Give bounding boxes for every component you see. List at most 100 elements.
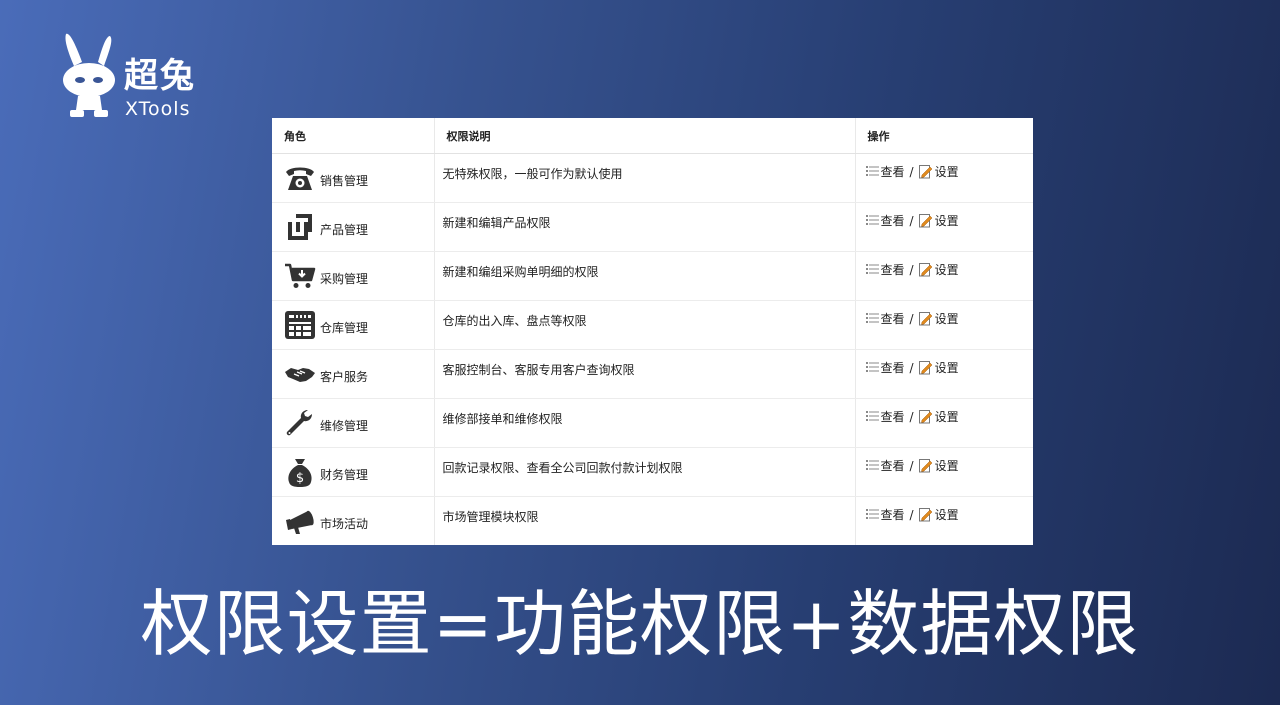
settings-label: 设置 [934, 410, 959, 424]
edit-icon [918, 263, 932, 277]
permission-table: 角色 权限说明 操作 销售管理 无特殊权限，一般可作为默认使用 查看 / 设置 … [272, 118, 1033, 545]
list-icon [865, 362, 879, 372]
view-link[interactable]: 查看 [865, 408, 905, 425]
role-cell: 采购管理 [272, 252, 434, 300]
view-label: 查看 [880, 410, 905, 424]
role-name: 采购管理 [320, 271, 369, 286]
settings-label: 设置 [934, 361, 959, 375]
settings-label: 设置 [934, 312, 959, 326]
role-description: 维修部接单和维修权限 [442, 412, 563, 426]
role-name: 客户服务 [320, 369, 369, 384]
action-cell: 查看 / 设置 [856, 252, 1034, 278]
svg-text:$: $ [296, 471, 304, 486]
settings-label: 设置 [934, 459, 959, 473]
action-cell: 查看 / 设置 [856, 350, 1034, 376]
role-name: 市场活动 [320, 516, 369, 531]
view-link[interactable]: 查看 [865, 163, 905, 180]
action-cell: 查看 / 设置 [856, 497, 1034, 523]
table-row: 采购管理 新建和编组采购单明细的权限 查看 / 设置 [272, 251, 1034, 301]
action-separator: / [909, 213, 914, 228]
role-name: 财务管理 [320, 467, 369, 482]
role-description: 仓库的出入库、盘点等权限 [442, 314, 587, 328]
role-description: 无特殊权限，一般可作为默认使用 [442, 167, 623, 181]
table-row: 仓库管理 仓库的出入库、盘点等权限 查看 / 设置 [272, 300, 1034, 350]
edit-icon [918, 361, 932, 375]
edit-icon [918, 410, 932, 424]
role-cell: 维修管理 [272, 399, 434, 447]
settings-link[interactable]: 设置 [918, 457, 959, 474]
action-separator: / [909, 409, 914, 424]
view-link[interactable]: 查看 [865, 212, 905, 229]
action-separator: / [909, 360, 914, 375]
role-description: 市场管理模块权限 [442, 510, 539, 524]
view-link[interactable]: 查看 [865, 359, 905, 376]
brand-name-en: XTools [125, 98, 191, 120]
settings-link[interactable]: 设置 [918, 310, 959, 327]
view-label: 查看 [880, 508, 905, 522]
view-link[interactable]: 查看 [865, 261, 905, 278]
view-label: 查看 [880, 214, 905, 228]
header-role: 角色 [272, 118, 435, 154]
permission-table-panel: 角色 权限说明 操作 销售管理 无特殊权限，一般可作为默认使用 查看 / 设置 … [272, 118, 1033, 545]
action-separator: / [909, 262, 914, 277]
view-link[interactable]: 查看 [865, 310, 905, 327]
settings-link[interactable]: 设置 [918, 506, 959, 523]
action-separator: / [909, 507, 914, 522]
action-separator: / [909, 311, 914, 326]
role-cell: 销售管理 [272, 154, 434, 202]
rabbit-mascot-icon [63, 33, 115, 117]
edit-icon [918, 165, 932, 179]
action-separator: / [909, 164, 914, 179]
role-description: 新建和编组采购单明细的权限 [442, 265, 599, 279]
action-cell: 查看 / 设置 [856, 301, 1034, 327]
settings-link[interactable]: 设置 [918, 163, 959, 180]
role-name: 仓库管理 [320, 320, 369, 335]
settings-link[interactable]: 设置 [918, 408, 959, 425]
brand-logo: 超兔 XTools [58, 30, 208, 125]
header-description: 权限说明 [434, 118, 856, 154]
settings-label: 设置 [934, 263, 959, 277]
role-cell: $ 财务管理 [272, 448, 434, 496]
view-label: 查看 [880, 312, 905, 326]
action-cell: 查看 / 设置 [856, 203, 1034, 229]
headline: 权限设置=功能权限+数据权限 [140, 582, 1140, 666]
settings-link[interactable]: 设置 [918, 212, 959, 229]
settings-link[interactable]: 设置 [918, 261, 959, 278]
view-label: 查看 [880, 361, 905, 375]
view-link[interactable]: 查看 [865, 457, 905, 474]
action-cell: 查看 / 设置 [856, 399, 1034, 425]
table-row: 客户服务 客服控制台、客服专用客户查询权限 查看 / 设置 [272, 349, 1034, 399]
table-row: $ 财务管理 回款记录权限、查看全公司回款付款计划权限 查看 / 设置 [272, 447, 1033, 497]
table-header-row: 角色 权限说明 操作 [272, 118, 1033, 154]
view-label: 查看 [880, 263, 905, 277]
role-description: 新建和编辑产品权限 [442, 216, 551, 230]
money-bag-icon: $ [288, 459, 312, 487]
handshake-icon [285, 368, 315, 382]
table-row: 维修管理 维修部接单和维修权限 查看 / 设置 [272, 398, 1034, 448]
role-cell: 仓库管理 [272, 301, 434, 349]
table-row: 市场活动 市场管理模块权限 查看 / 设置 [272, 496, 1034, 545]
settings-label: 设置 [934, 508, 959, 522]
role-cell: 市场活动 [272, 497, 434, 545]
megaphone-icon [286, 510, 314, 534]
settings-link[interactable]: 设置 [918, 359, 959, 376]
edit-icon [918, 459, 932, 473]
view-label: 查看 [880, 165, 905, 179]
telephone-icon [286, 167, 314, 190]
list-icon [865, 264, 879, 274]
list-icon [865, 509, 879, 519]
role-name: 产品管理 [320, 222, 369, 237]
settings-label: 设置 [934, 165, 959, 179]
role-description: 客服控制台、客服专用客户查询权限 [442, 363, 635, 377]
settings-label: 设置 [934, 214, 959, 228]
view-label: 查看 [880, 459, 905, 473]
edit-icon [918, 214, 932, 228]
brand-name-cn: 超兔 [124, 56, 196, 96]
warehouse-icon [285, 311, 315, 339]
wrench-icon [286, 410, 312, 436]
list-icon [865, 313, 879, 323]
product-box-icon [288, 214, 312, 240]
edit-icon [918, 508, 932, 522]
role-name: 销售管理 [320, 173, 369, 188]
view-link[interactable]: 查看 [865, 506, 905, 523]
